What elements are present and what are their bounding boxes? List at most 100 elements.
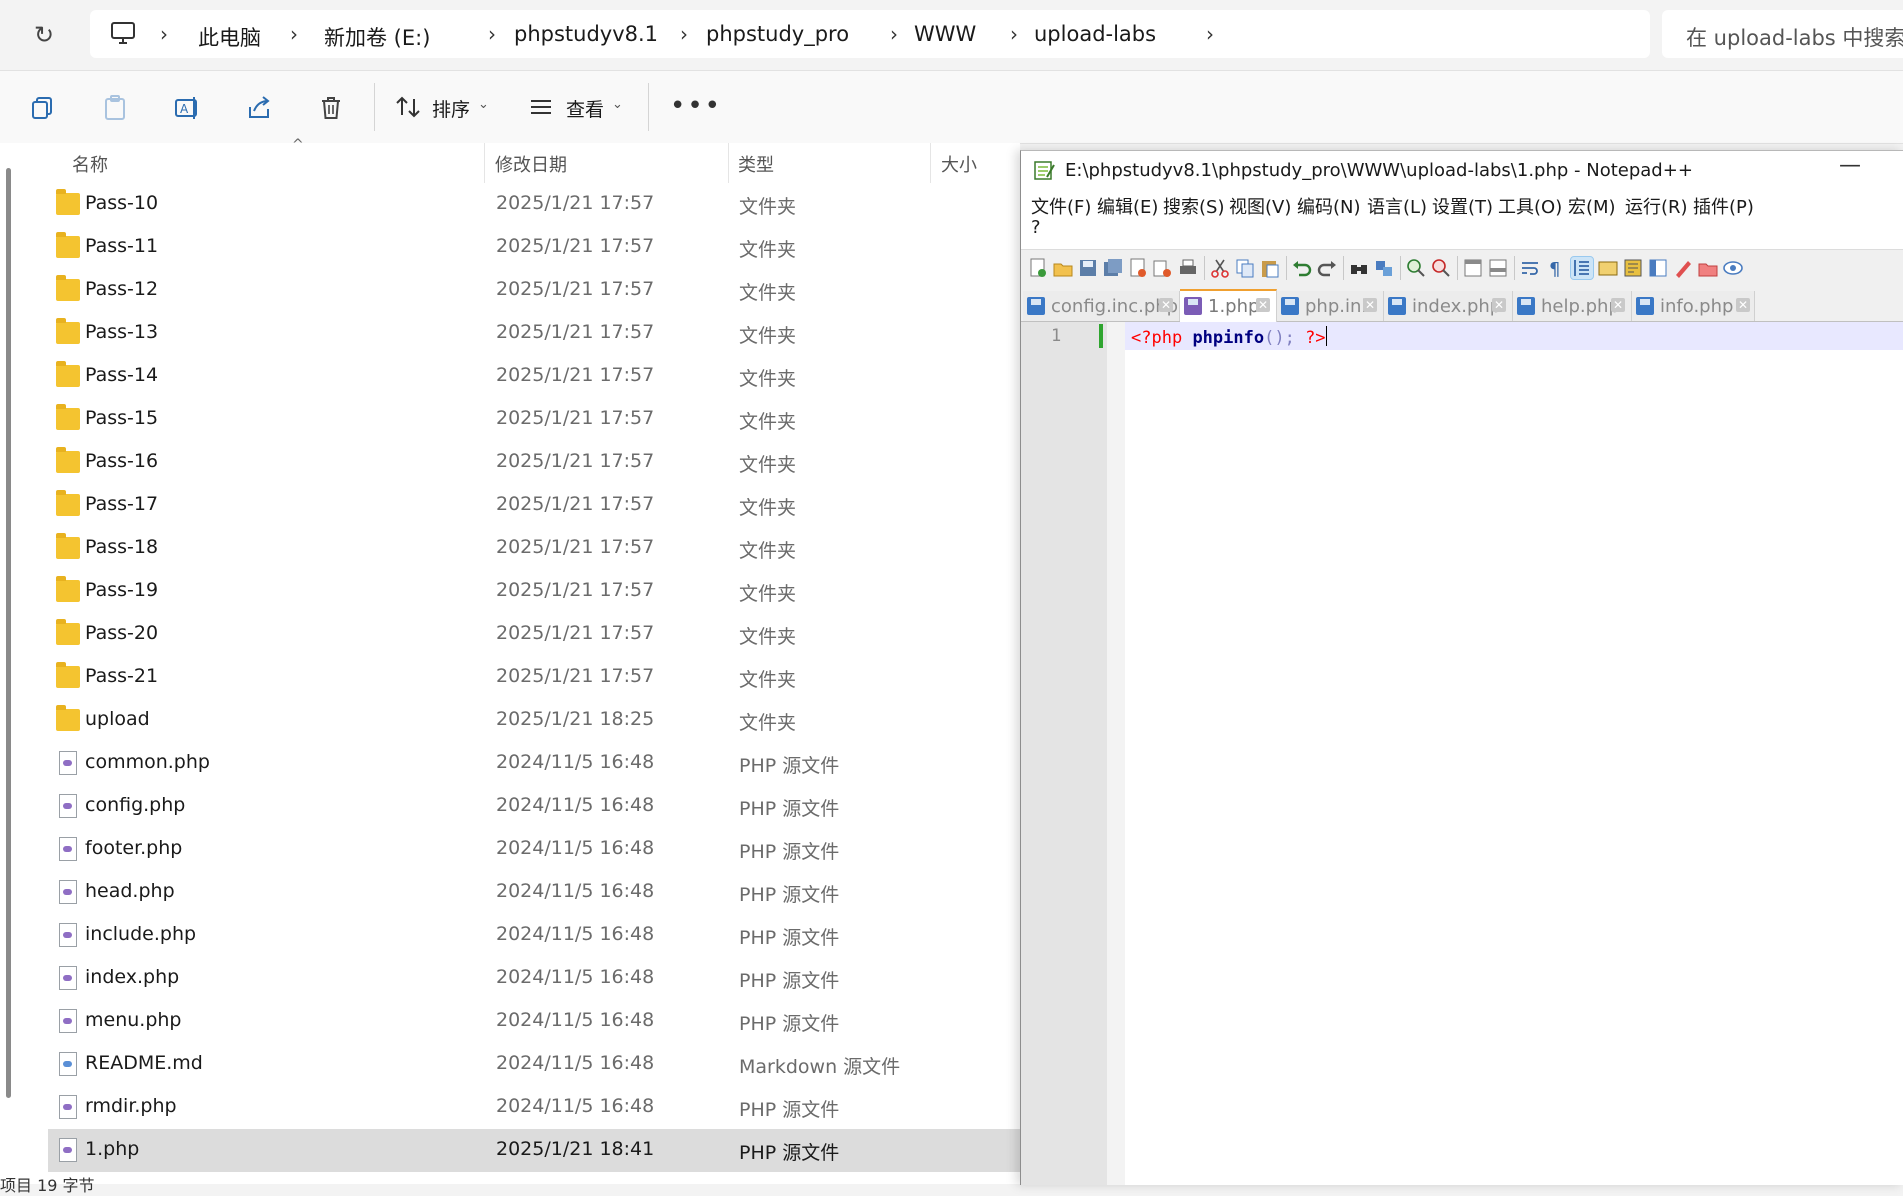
window-titlebar[interactable]: E:\phpstudyv8.1\phpstudy_pro\WWW\upload-… [1021, 151, 1903, 191]
code-line[interactable]: <?php phpinfo(); ?> [1131, 326, 1327, 348]
file-row[interactable]: Pass-13 2025/1/21 17:57 文件夹 [48, 312, 1020, 355]
zoom-in-icon[interactable] [1405, 257, 1427, 279]
menu-plugins[interactable]: 插件(P) [1693, 193, 1754, 219]
menu-encoding[interactable]: 编码(N) [1297, 193, 1361, 219]
breadcrumb-item[interactable]: phpstudy_pro [706, 22, 849, 46]
menu-settings[interactable]: 设置(T) [1432, 193, 1493, 219]
file-row[interactable]: config.php 2024/11/5 16:48 PHP 源文件 [48, 785, 1020, 828]
save-all-icon[interactable] [1102, 257, 1124, 279]
file-row[interactable]: Pass-14 2025/1/21 17:57 文件夹 [48, 355, 1020, 398]
tab-index-php[interactable]: index.php ✕ [1384, 291, 1513, 321]
close-all-icon[interactable] [1152, 257, 1174, 279]
show-all-characters-icon[interactable]: ¶ [1544, 257, 1566, 280]
breadcrumb-item[interactable]: phpstudyv8.1 [514, 22, 658, 46]
file-row[interactable]: Pass-10 2025/1/21 17:57 文件夹 [48, 183, 1020, 226]
minimize-button[interactable]: — [1839, 153, 1861, 178]
sync-horizontal-icon[interactable] [1487, 257, 1509, 279]
chevron-right-icon[interactable]: › [890, 22, 898, 46]
menu-run[interactable]: 运行(R) [1625, 193, 1688, 219]
tab-config-inc-php[interactable]: config.inc.php ✕ [1023, 291, 1180, 321]
copy-icon[interactable] [1234, 257, 1256, 279]
file-row[interactable]: Pass-20 2025/1/21 17:57 文件夹 [48, 613, 1020, 656]
file-row[interactable]: Pass-11 2025/1/21 17:57 文件夹 [48, 226, 1020, 269]
close-file-icon[interactable] [1127, 257, 1149, 279]
chevron-right-icon[interactable]: › [290, 22, 298, 46]
file-row[interactable]: footer.php 2024/11/5 16:48 PHP 源文件 [48, 828, 1020, 871]
paste-icon[interactable] [100, 93, 130, 123]
file-row[interactable]: 1.php 2025/1/21 18:41 PHP 源文件 [48, 1129, 1020, 1172]
menu-tools[interactable]: 工具(O) [1498, 193, 1562, 219]
macro-record-icon[interactable] [1722, 257, 1744, 279]
breadcrumb-item[interactable]: WWW [914, 22, 976, 46]
breadcrumb[interactable]: › 此电脑 › 新加卷 (E:) › phpstudyv8.1 › phpstu… [90, 10, 1650, 58]
menu-help[interactable]: ? [1031, 217, 1041, 238]
chevron-right-icon[interactable]: › [488, 22, 496, 46]
file-row[interactable]: index.php 2024/11/5 16:48 PHP 源文件 [48, 957, 1020, 1000]
print-icon[interactable] [1177, 257, 1199, 279]
find-icon[interactable] [1348, 257, 1370, 279]
breadcrumb-item[interactable]: upload-labs [1034, 22, 1156, 46]
user-defined-language-icon[interactable] [1597, 257, 1619, 279]
breadcrumb-item[interactable]: 此电脑 [198, 22, 261, 52]
undo-icon[interactable] [1291, 257, 1313, 279]
delete-icon[interactable] [316, 93, 346, 123]
tab-help-php[interactable]: help.php ✕ [1513, 291, 1632, 321]
column-header-size[interactable]: 大小 [941, 151, 977, 177]
rename-icon[interactable]: A [172, 93, 202, 123]
folder-as-workspace-icon[interactable] [1672, 257, 1694, 279]
this-pc-icon[interactable] [108, 18, 138, 48]
close-icon[interactable]: ✕ [1611, 298, 1625, 312]
file-row[interactable]: include.php 2024/11/5 16:48 PHP 源文件 [48, 914, 1020, 957]
function-list-icon[interactable] [1647, 257, 1669, 279]
file-row[interactable]: Pass-21 2025/1/21 17:57 文件夹 [48, 656, 1020, 699]
file-row[interactable]: Pass-19 2025/1/21 17:57 文件夹 [48, 570, 1020, 613]
column-divider[interactable] [728, 143, 729, 183]
document-map-icon[interactable] [1622, 257, 1644, 279]
column-header-name[interactable]: 名称 [72, 151, 108, 177]
chevron-right-icon[interactable]: › [1010, 22, 1018, 46]
word-wrap-icon[interactable] [1519, 257, 1541, 279]
search-input[interactable]: 在 upload-labs 中搜索 [1662, 10, 1903, 58]
menu-file[interactable]: 文件(F) [1031, 193, 1091, 219]
file-row[interactable]: Pass-17 2025/1/21 17:57 文件夹 [48, 484, 1020, 527]
share-icon[interactable] [244, 93, 274, 123]
close-icon[interactable]: ✕ [1159, 298, 1173, 312]
sync-vertical-icon[interactable] [1462, 257, 1484, 279]
scrollbar-thumb[interactable] [6, 168, 11, 1098]
replace-icon[interactable] [1373, 257, 1395, 279]
paste-icon[interactable] [1259, 257, 1281, 279]
close-icon[interactable]: ✕ [1256, 298, 1270, 312]
file-row[interactable]: rmdir.php 2024/11/5 16:48 PHP 源文件 [48, 1086, 1020, 1129]
close-icon[interactable]: ✕ [1492, 298, 1506, 312]
breadcrumb-item[interactable]: 新加卷 (E:) [324, 22, 430, 52]
file-row[interactable]: upload 2025/1/21 18:25 文件夹 [48, 699, 1020, 742]
refresh-icon[interactable]: ↻ [26, 18, 62, 52]
column-header-type[interactable]: 类型 [738, 151, 774, 177]
column-divider[interactable] [484, 143, 485, 183]
chevron-right-icon[interactable]: › [680, 22, 688, 46]
tab-info-php[interactable]: info.php ✕ [1632, 291, 1755, 321]
sort-button[interactable]: 排序 ⌄ [394, 91, 494, 123]
new-file-icon[interactable] [1027, 257, 1049, 279]
file-row[interactable]: head.php 2024/11/5 16:48 PHP 源文件 [48, 871, 1020, 914]
close-icon[interactable]: ✕ [1736, 298, 1750, 312]
indent-guide-icon[interactable] [1570, 256, 1594, 280]
column-header-date[interactable]: 修改日期 [495, 151, 567, 177]
menu-language[interactable]: 语言(L) [1367, 193, 1427, 219]
chevron-right-icon[interactable]: › [1206, 22, 1214, 46]
copy-icon[interactable] [28, 93, 58, 123]
menu-macro[interactable]: 宏(M) [1568, 193, 1616, 219]
view-button[interactable]: 查看 ⌄ [528, 91, 628, 123]
open-file-icon[interactable] [1052, 257, 1074, 279]
fold-margin[interactable] [1107, 322, 1125, 1185]
menu-search[interactable]: 搜索(S) [1163, 193, 1224, 219]
more-options-icon[interactable]: ••• [670, 91, 722, 121]
file-row[interactable]: common.php 2024/11/5 16:48 PHP 源文件 [48, 742, 1020, 785]
cut-icon[interactable] [1209, 257, 1231, 279]
file-row[interactable]: Pass-18 2025/1/21 17:57 文件夹 [48, 527, 1020, 570]
file-row[interactable]: Pass-15 2025/1/21 17:57 文件夹 [48, 398, 1020, 441]
file-row[interactable]: Pass-16 2025/1/21 17:57 文件夹 [48, 441, 1020, 484]
file-row[interactable]: menu.php 2024/11/5 16:48 PHP 源文件 [48, 1000, 1020, 1043]
column-divider[interactable] [930, 143, 931, 183]
close-icon[interactable]: ✕ [1363, 298, 1377, 312]
